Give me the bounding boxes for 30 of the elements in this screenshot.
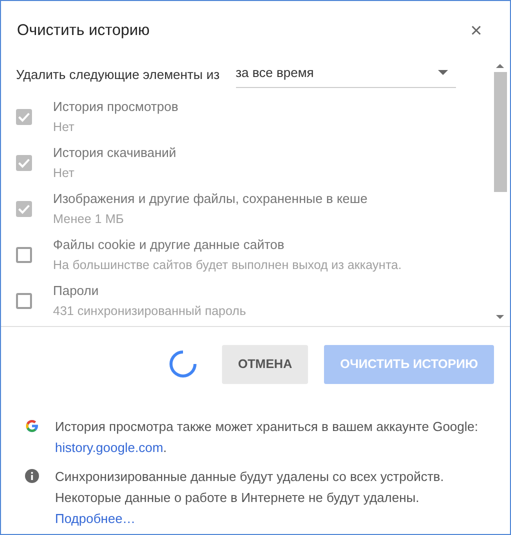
link[interactable]: history.google.com bbox=[55, 440, 164, 455]
dialog-title: Очистить историю bbox=[17, 21, 150, 42]
dropdown-arrow-icon bbox=[438, 70, 448, 76]
checkbox[interactable] bbox=[16, 246, 32, 262]
option-detail: 431 синхронизированный пароль bbox=[53, 302, 246, 320]
google-icon bbox=[25, 418, 39, 433]
checkbox[interactable] bbox=[16, 292, 32, 308]
option-detail: Нет bbox=[53, 164, 76, 182]
info-icon bbox=[25, 468, 39, 483]
cancel-button[interactable]: ОТМЕНА bbox=[222, 345, 308, 384]
note-text: История просмотра также может храниться в вашем аккаунте Google: history.google.com. bbox=[55, 418, 480, 457]
checkbox[interactable] bbox=[16, 200, 32, 216]
period-label: Удалить следующие элементы из bbox=[16, 66, 220, 84]
note-text: Синхронизированные данные будут удалены со всех устройств. Некоторые данные о работе в Интернете не будут удалены. Подробнее… bbox=[55, 468, 445, 528]
scroll-down-icon[interactable] bbox=[496, 314, 504, 320]
option-label: История просмотров bbox=[53, 98, 178, 116]
option-label: Файлы cookie и другие данные сайтов bbox=[53, 236, 286, 254]
option-detail: Нет bbox=[53, 118, 76, 136]
link[interactable]: Подробнее… bbox=[55, 510, 136, 526]
checkbox[interactable] bbox=[16, 108, 32, 124]
scroll-up-icon[interactable] bbox=[496, 63, 504, 69]
option-label: История скачиваний bbox=[53, 144, 176, 162]
close-button[interactable]: × bbox=[466, 21, 486, 41]
option-label: Пароли bbox=[53, 282, 100, 300]
checkbox[interactable] bbox=[16, 154, 32, 170]
scrollbar-thumb[interactable] bbox=[494, 72, 506, 192]
option-detail: Менее 1 МБ bbox=[53, 210, 125, 228]
period-dropdown[interactable]: за все время bbox=[236, 61, 456, 88]
option-label: Изображения и другие файлы, сохраненные в кеше bbox=[53, 190, 368, 208]
option-detail: На большинстве сайтов будет выполнен выход из аккаунта. bbox=[53, 256, 402, 274]
